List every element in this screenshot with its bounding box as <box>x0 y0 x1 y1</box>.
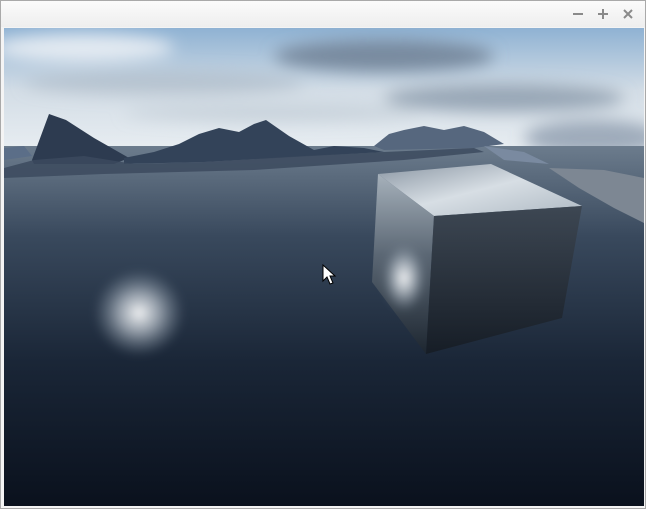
render-viewport[interactable] <box>4 28 644 506</box>
cube-glint <box>382 244 426 312</box>
app-window <box>0 0 646 509</box>
minimize-button[interactable] <box>568 5 587 23</box>
maximize-button[interactable] <box>593 5 612 23</box>
close-button[interactable] <box>618 5 637 23</box>
window-controls <box>568 5 637 23</box>
water-glint <box>93 269 185 357</box>
close-icon <box>622 9 633 19</box>
minimize-icon <box>572 13 583 15</box>
ocean-scene <box>4 28 644 506</box>
title-bar[interactable] <box>1 1 645 27</box>
maximize-icon <box>597 9 608 19</box>
